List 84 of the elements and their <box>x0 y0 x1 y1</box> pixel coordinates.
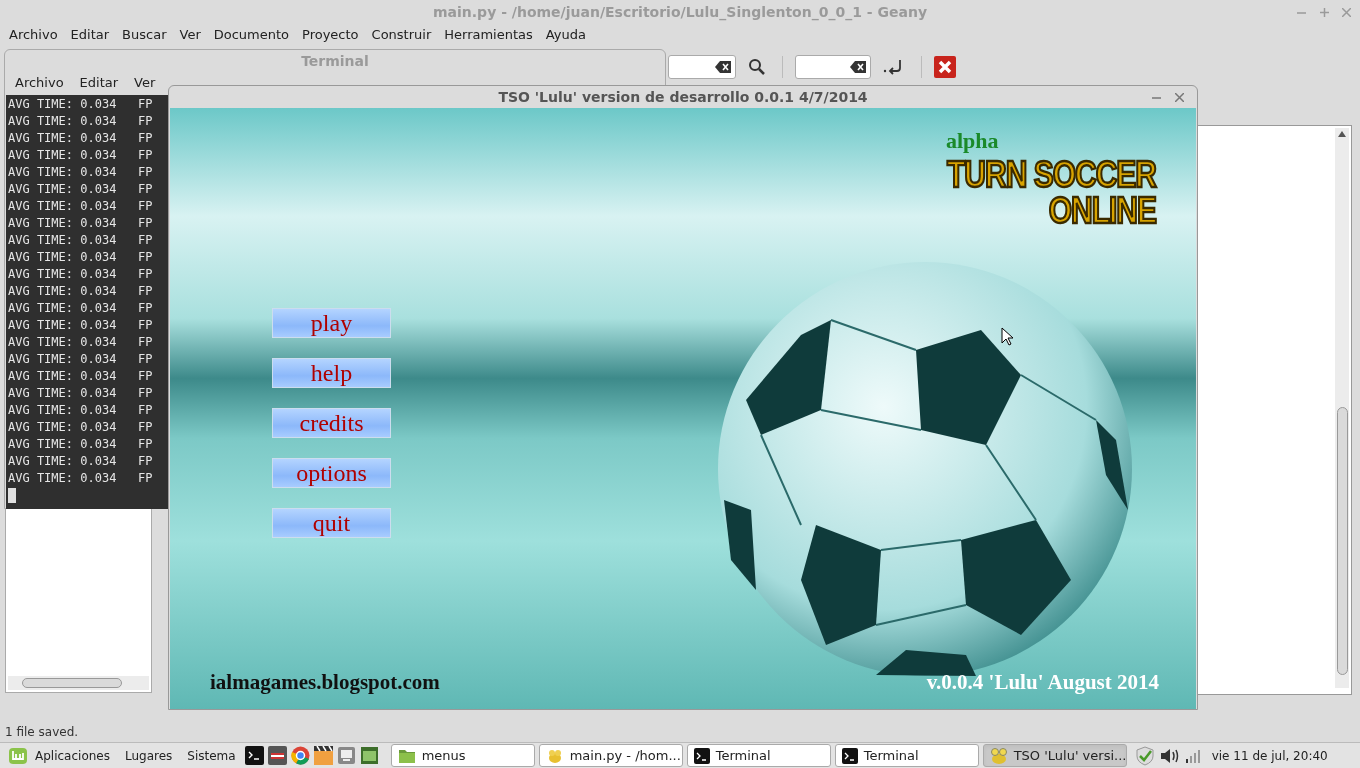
version-text: v.0.0.4 'Lulu' August 2014 <box>926 672 1159 693</box>
terminal-line: AVG TIME: 0.034 FP <box>8 368 153 385</box>
browser-icon[interactable] <box>290 746 310 765</box>
terminal-line: AVG TIME: 0.034 FP <box>8 147 153 164</box>
toolbox-icon[interactable] <box>267 746 287 765</box>
window-icon[interactable] <box>359 746 379 765</box>
menu-item[interactable]: Buscar <box>122 25 167 45</box>
menu-item[interactable]: Proyecto <box>302 25 359 45</box>
menu-item[interactable]: Aplicaciones <box>35 746 110 765</box>
terminal-line: AVG TIME: 0.034 FP <box>8 385 153 402</box>
window-title: Terminal <box>301 51 369 71</box>
frog-icon <box>989 746 1008 765</box>
clear-icon[interactable] <box>715 61 731 73</box>
menu-item[interactable]: Sistema <box>187 746 236 765</box>
terminal-line: AVG TIME: 0.034 FP <box>8 215 153 232</box>
taskbar-button[interactable]: Terminal <box>834 744 979 767</box>
close-icon[interactable] <box>934 56 956 78</box>
menu-button[interactable]: play <box>272 308 391 338</box>
logo-text: ONLINE <box>1048 193 1156 229</box>
terminal-icon <box>693 747 710 764</box>
clapperboard-icon[interactable] <box>313 746 333 765</box>
menu-item[interactable]: Archivo <box>9 25 58 45</box>
terminal-line: AVG TIME: 0.034 FP <box>8 181 153 198</box>
menu-button[interactable]: help <box>272 358 391 388</box>
menu-item[interactable]: Ver <box>179 25 201 45</box>
menu-item[interactable]: Archivo <box>15 73 64 93</box>
terminal-line: AVG TIME: 0.034 FP <box>8 283 153 300</box>
terminal-line: AVG TIME: 0.034 FP <box>8 300 153 317</box>
menu-item[interactable]: Editar <box>70 25 110 45</box>
signal-icon[interactable] <box>1184 747 1201 764</box>
terminal-line: AVG TIME: 0.034 FP <box>8 470 153 487</box>
terminal-line: AVG TIME: 0.034 FP <box>8 130 153 147</box>
clock[interactable]: vie 11 de jul, 20:40 <box>1211 746 1328 765</box>
terminal-line: AVG TIME: 0.034 FP <box>8 266 153 283</box>
menu-item[interactable]: Lugares <box>124 746 173 765</box>
menu-item[interactable]: Construir <box>371 25 432 45</box>
taskbar-button[interactable]: TSO 'Lulu' versi... <box>982 744 1127 767</box>
taskbar-button[interactable]: main.py - /hom... <box>538 744 683 767</box>
taskbar-button[interactable]: Terminal <box>686 744 831 767</box>
terminal-line: AVG TIME: 0.034 FP <box>8 334 153 351</box>
terminal-line: AVG TIME: 0.034 FP <box>8 317 153 334</box>
taskbar-button[interactable]: menus <box>390 744 535 767</box>
terminal-line: AVG TIME: 0.034 FP <box>8 453 153 470</box>
pointer-cursor-icon <box>1001 327 1013 346</box>
terminal-line: AVG TIME: 0.034 FP <box>8 436 153 453</box>
terminal-line: AVG TIME: 0.034 FP <box>8 402 153 419</box>
terminal-line: AVG TIME: 0.034 FP <box>8 198 153 215</box>
terminal-icon <box>841 747 858 764</box>
folder-icon <box>397 747 416 764</box>
terminal-line: AVG TIME: 0.034 FP <box>8 164 153 181</box>
menu-button[interactable]: credits <box>272 408 391 438</box>
menu-item[interactable]: Herramientas <box>444 25 533 45</box>
jump-icon[interactable] <box>883 58 903 76</box>
scrollbar-thumb[interactable] <box>22 678 122 688</box>
terminal-line: AVG TIME: 0.034 FP <box>8 232 153 249</box>
scroll-up-icon[interactable] <box>1338 131 1346 137</box>
terminal-line: AVG TIME: 0.034 FP <box>8 249 153 266</box>
menu-item[interactable]: Ver <box>134 73 156 93</box>
terminal-line: AVG TIME: 0.034 FP <box>8 419 153 436</box>
text-cursor <box>8 488 16 503</box>
menu-item[interactable]: Documento <box>213 25 290 45</box>
terminal-line: AVG TIME: 0.034 FP <box>8 113 153 130</box>
terminal-line: AVG TIME: 0.034 FP <box>8 351 153 368</box>
terminal-line: AVG TIME: 0.034 FP <box>8 96 153 113</box>
terminal-icon[interactable] <box>244 746 264 765</box>
scrollbar[interactable] <box>8 676 149 690</box>
search-field[interactable] <box>668 55 736 79</box>
window-title: main.py - /home/juan/Escritorio/Lulu_Singlenton_0_0_1 - Geany <box>433 3 927 23</box>
status-text: 1 file saved. <box>5 724 79 741</box>
menu-button[interactable]: quit <box>272 508 391 538</box>
scrollbar[interactable] <box>1335 128 1349 688</box>
menu-item[interactable]: Editar <box>79 73 119 93</box>
scrollbar-thumb[interactable] <box>1336 407 1348 675</box>
logo-text: TURN SOCCER <box>947 157 1156 193</box>
website-text: ialmagames.blogspot.com <box>210 672 440 693</box>
close-icon[interactable] <box>1175 93 1184 102</box>
volume-icon[interactable] <box>1159 747 1180 764</box>
search-icon[interactable] <box>748 58 766 76</box>
menu-item[interactable]: Ayuda <box>545 25 586 45</box>
menu-button[interactable]: options <box>272 458 391 488</box>
clear-icon[interactable] <box>850 61 866 73</box>
alpha-label: alpha <box>946 130 999 152</box>
window-title: TSO 'Lulu' version de desarrollo 0.0.1 4/7/2014 <box>498 87 868 107</box>
line-number-field[interactable] <box>795 55 871 79</box>
